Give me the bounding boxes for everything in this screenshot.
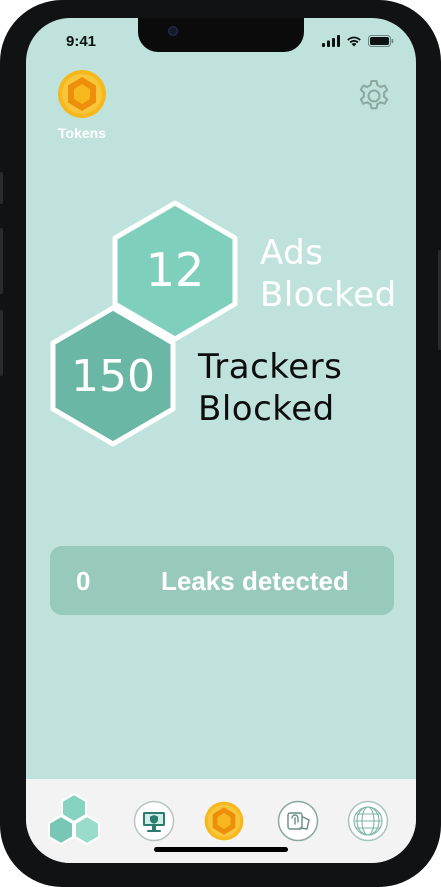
ads-label-line2: Blocked — [260, 275, 397, 315]
cellular-signal-icon — [322, 35, 340, 47]
battery-icon — [368, 35, 394, 47]
phone-frame: 9:41 Tokens 12 150 Ads Blocked Trackers … — [0, 0, 441, 887]
mute-switch — [0, 172, 3, 204]
ads-count: 12 — [146, 243, 205, 297]
secure-monitor-icon — [133, 800, 175, 842]
wifi-icon — [347, 36, 361, 47]
trackers-label-line2: Blocked — [198, 389, 335, 429]
volume-up-button — [0, 228, 3, 294]
trackers-blocked-label: Trackers Blocked — [198, 346, 342, 430]
trackers-label-line1: Trackers — [198, 347, 343, 387]
ads-blocked-label: Ads Blocked — [260, 232, 397, 316]
ads-label-line1: Ads — [260, 233, 324, 273]
status-time: 9:41 — [66, 33, 97, 50]
leaks-count: 0 — [76, 566, 91, 596]
tokens-button[interactable]: Tokens — [54, 68, 110, 141]
tab-secure-monitor[interactable] — [130, 791, 178, 851]
gear-icon[interactable] — [356, 78, 392, 114]
leaks-detected-panel[interactable]: 0 Leaks detected — [50, 546, 394, 615]
trackers-count: 150 — [71, 351, 155, 402]
hexagon-cluster-icon — [48, 792, 100, 846]
front-camera — [168, 26, 178, 36]
fingerprint-card-icon — [277, 800, 319, 842]
home-indicator[interactable] — [154, 847, 288, 852]
app-screen: 9:41 Tokens 12 150 Ads Blocked Trackers … — [26, 18, 416, 863]
trackers-blocked-hexagon: 150 — [50, 305, 176, 447]
volume-down-button — [0, 310, 3, 376]
tab-globe[interactable] — [344, 791, 392, 851]
tab-identity[interactable] — [274, 791, 322, 851]
tokens-label: Tokens — [58, 125, 106, 141]
notch — [138, 18, 304, 52]
leaks-label: Leaks detected — [161, 566, 349, 596]
token-coin-icon — [58, 70, 106, 118]
token-coin-icon — [204, 801, 244, 841]
status-icons — [322, 35, 394, 47]
globe-icon — [347, 800, 389, 842]
tab-dashboard[interactable] — [42, 791, 106, 851]
tab-tokens[interactable] — [202, 791, 246, 851]
